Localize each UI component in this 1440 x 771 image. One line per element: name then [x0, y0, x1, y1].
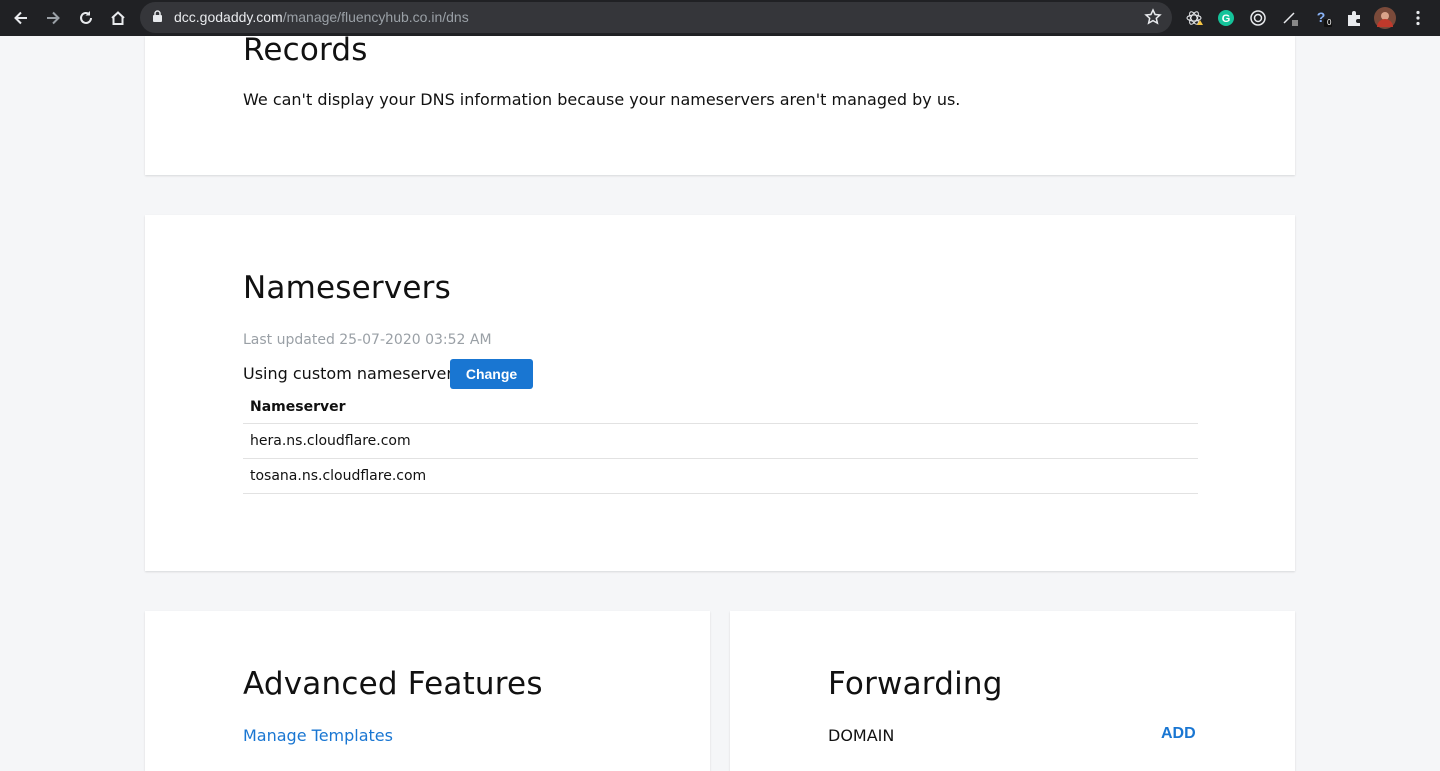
manage-templates-link[interactable]: Manage Templates [243, 726, 393, 745]
records-card: Records We can't display your DNS inform… [145, 32, 1295, 175]
custom-nameservers-status: Using custom nameservers [243, 364, 462, 383]
nameserver-cell: hera.ns.cloudflare.com [243, 423, 1198, 459]
table-row: hera.ns.cloudflare.com [243, 423, 1198, 459]
advanced-features-title: Advanced Features [243, 666, 543, 702]
nameserver-cell: tosana.ns.cloudflare.com [243, 458, 1198, 494]
url-host: dcc.godaddy.com [174, 9, 283, 25]
avatar[interactable] [1374, 7, 1396, 29]
lock-icon [152, 10, 163, 28]
nameservers-table: Nameserver hera.ns.cloudflare.com tosana… [243, 391, 1198, 494]
reload-icon[interactable] [75, 7, 97, 29]
records-message: We can't display your DNS information be… [243, 90, 961, 109]
extension-badge: 0 [1327, 18, 1332, 27]
records-title: Records [243, 32, 368, 68]
forwarding-title: Forwarding [828, 666, 1003, 702]
svg-text:?: ? [1317, 9, 1326, 25]
table-header-row: Nameserver [243, 391, 1198, 424]
forwarding-card: Forwarding DOMAIN ADD [730, 611, 1295, 771]
react-devtools-extension-icon[interactable] [1183, 7, 1205, 29]
kebab-menu-icon[interactable] [1407, 7, 1429, 29]
home-icon[interactable] [107, 7, 129, 29]
pen-extension-icon[interactable] [1279, 7, 1301, 29]
change-nameservers-button[interactable]: Change [450, 359, 533, 389]
domain-forwarding-label: DOMAIN [828, 726, 895, 745]
address-bar[interactable]: dcc.godaddy.com/manage/fluencyhub.co.in/… [140, 2, 1172, 33]
last-updated-text: Last updated 25-07-2020 03:52 AM [243, 332, 492, 348]
add-forwarding-button[interactable]: ADD [1161, 725, 1196, 743]
url-path: /manage/fluencyhub.co.in/dns [282, 9, 469, 25]
url-text: dcc.godaddy.com/manage/fluencyhub.co.in/… [174, 9, 469, 25]
help-extension-icon[interactable]: ? 0 [1312, 7, 1334, 29]
browser-toolbar: dcc.godaddy.com/manage/fluencyhub.co.in/… [0, 0, 1440, 36]
bookmark-star-icon[interactable] [1144, 8, 1162, 31]
extensions-puzzle-icon[interactable] [1343, 7, 1365, 29]
table-row: tosana.ns.cloudflare.com [243, 458, 1198, 494]
back-arrow-icon[interactable] [10, 7, 32, 29]
nameserver-column-header: Nameserver [243, 391, 1198, 424]
nameservers-card: Nameservers Last updated 25-07-2020 03:5… [145, 215, 1295, 571]
forward-arrow-icon[interactable] [42, 7, 64, 29]
svg-text:G: G [1222, 13, 1231, 25]
grammarly-extension-icon[interactable]: G [1215, 7, 1237, 29]
nameservers-title: Nameservers [243, 270, 451, 306]
advanced-features-card: Advanced Features Manage Templates [145, 611, 710, 771]
target-extension-icon[interactable] [1247, 7, 1269, 29]
